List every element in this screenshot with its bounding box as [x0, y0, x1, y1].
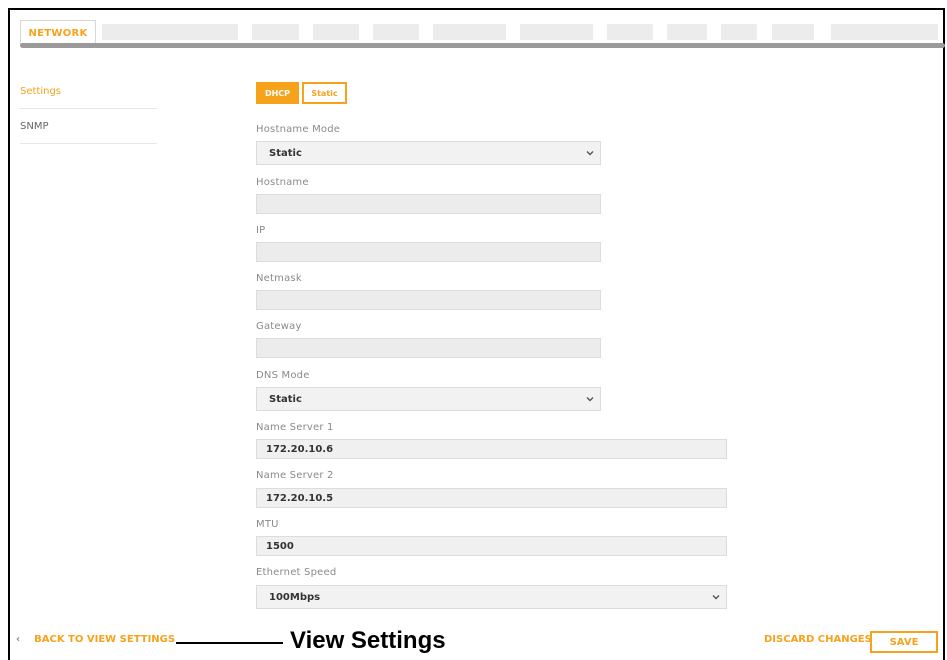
dns-mode-label: DNS Mode: [256, 370, 310, 381]
callout-label: View Settings: [290, 627, 446, 654]
gateway-field[interactable]: [256, 338, 601, 358]
hostname-mode-select[interactable]: Static: [256, 141, 601, 165]
ethernet-speed-label: Ethernet Speed: [256, 567, 337, 578]
dhcp-toggle-button[interactable]: DHCP: [256, 82, 299, 104]
save-button[interactable]: SAVE: [870, 631, 938, 653]
hostname-mode-label: Hostname Mode: [256, 124, 341, 135]
hostname-mode-value: Static: [269, 147, 302, 159]
chevron-down-icon: [586, 151, 594, 156]
chevron-down-icon: [586, 397, 594, 402]
discard-changes-button[interactable]: DISCARD CHANGES: [764, 634, 872, 645]
tab-scrollbar[interactable]: [20, 43, 945, 48]
tab-placeholder[interactable]: [313, 24, 359, 40]
ip-field[interactable]: [256, 242, 601, 262]
chevron-down-icon: [712, 595, 720, 600]
tab-placeholder[interactable]: [373, 24, 419, 40]
static-toggle-button[interactable]: Static: [302, 82, 347, 104]
name-server-2-field[interactable]: 172.20.10.5: [256, 488, 727, 508]
callout-line: [176, 642, 283, 644]
gateway-label: Gateway: [256, 321, 302, 332]
tab-placeholder[interactable]: [607, 24, 653, 40]
netmask-field[interactable]: [256, 290, 601, 310]
tab-placeholder[interactable]: [831, 24, 938, 40]
tab-placeholder[interactable]: [520, 24, 593, 40]
tab-placeholder[interactable]: [772, 24, 814, 40]
sidebar-item-settings[interactable]: Settings: [20, 75, 157, 109]
mtu-field[interactable]: 1500: [256, 536, 727, 556]
hostname-field[interactable]: [256, 194, 601, 214]
tab-placeholder[interactable]: [252, 24, 299, 40]
back-label: BACK TO VIEW SETTINGS: [34, 634, 176, 645]
netmask-label: Netmask: [256, 273, 302, 284]
tab-placeholder[interactable]: [667, 24, 707, 40]
tab-placeholder[interactable]: [192, 24, 238, 40]
mtu-label: MTU: [256, 519, 279, 530]
dns-mode-select[interactable]: Static: [256, 387, 601, 411]
ip-label: IP: [256, 225, 266, 236]
name-server-1-field[interactable]: 172.20.10.6: [256, 439, 727, 459]
tab-placeholder[interactable]: [433, 24, 506, 40]
ethernet-speed-select[interactable]: 100Mbps: [256, 585, 727, 609]
back-to-view-settings-link[interactable]: ‹ BACK TO VIEW SETTINGS: [16, 634, 175, 645]
name-server-2-label: Name Server 2: [256, 470, 334, 481]
chevron-left-icon: ‹: [16, 634, 21, 645]
tab-placeholder[interactable]: [102, 24, 196, 40]
ethernet-speed-value: 100Mbps: [269, 591, 321, 603]
dns-mode-value: Static: [269, 393, 302, 405]
sidebar-item-snmp[interactable]: SNMP: [20, 110, 157, 144]
name-server-1-label: Name Server 1: [256, 422, 334, 433]
tab-placeholder[interactable]: [721, 24, 757, 40]
hostname-label: Hostname: [256, 177, 309, 188]
